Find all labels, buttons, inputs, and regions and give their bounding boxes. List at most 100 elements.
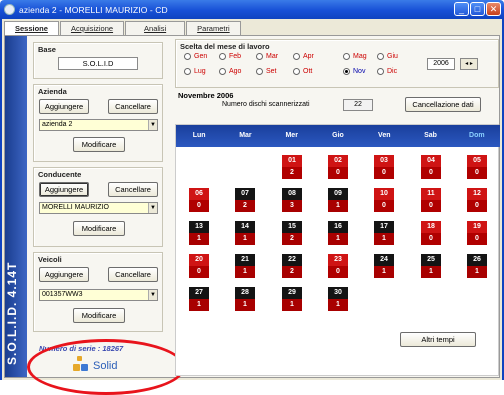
day-number: 29 — [282, 287, 302, 299]
day-cell-21[interactable]: 21 1 — [235, 254, 255, 278]
radio-dot-icon — [219, 68, 226, 75]
azienda-modify-button[interactable]: Modificare — [73, 137, 125, 152]
month-radio-lug[interactable]: Lug — [184, 68, 206, 75]
day-cell-14[interactable]: 14 1 — [235, 221, 255, 245]
day-cell-24[interactable]: 24 1 — [374, 254, 394, 278]
day-cell-27[interactable]: 27 1 — [189, 287, 209, 311]
conducente-add-button[interactable]: Aggiungere — [39, 182, 89, 197]
month-radio-feb[interactable]: Feb — [219, 53, 241, 60]
veicoli-add-button[interactable]: Aggiungere — [39, 267, 89, 282]
month-radio-ott[interactable]: Ott — [293, 68, 312, 75]
more-times-button[interactable]: Altri tempi — [400, 332, 476, 347]
day-number: 27 — [189, 287, 209, 299]
day-cell-18[interactable]: 18 0 — [421, 221, 441, 245]
session-panel: S.O.L.I.D. 4.14T Base S.O.L.I.D Azienda … — [4, 35, 500, 395]
day-cell-08[interactable]: 08 3 — [282, 188, 302, 212]
day-number: 17 — [374, 221, 394, 233]
day-number: 06 — [189, 188, 209, 200]
tab-sessione[interactable]: Sessione — [4, 21, 59, 36]
day-cell-03[interactable]: 03 0 — [374, 155, 394, 179]
tab-bar: Sessione Acquisizione Analisi Parametri — [4, 21, 242, 36]
day-cell-04[interactable]: 04 0 — [421, 155, 441, 179]
group-month-selector: Scelta del mese di lavoro Gen Feb Mar Apr Ma… — [175, 39, 499, 88]
conducente-select-value: MORELLI MAURIZIO — [42, 204, 109, 211]
conducente-title: Conducente — [38, 170, 82, 179]
title-bar: azienda 2 - MORELLI MAURIZIO - CD _ □ ✕ — [0, 0, 504, 19]
day-cell-30[interactable]: 30 1 — [328, 287, 348, 311]
day-cell-16[interactable]: 16 1 — [328, 221, 348, 245]
day-number: 19 — [467, 221, 487, 233]
day-cell-10[interactable]: 10 0 — [374, 188, 394, 212]
day-cell-29[interactable]: 29 1 — [282, 287, 302, 311]
veicoli-select[interactable]: 001357WW3 ▼ — [39, 289, 158, 301]
day-cell-12[interactable]: 12 0 — [467, 188, 487, 212]
year-field[interactable]: 2006 — [427, 58, 455, 70]
azienda-delete-button[interactable]: Cancellare — [108, 99, 158, 114]
month-radio-ago[interactable]: Ago — [219, 68, 241, 75]
day-cell-02[interactable]: 02 0 — [328, 155, 348, 179]
day-number: 08 — [282, 188, 302, 200]
window-title: azienda 2 - MORELLI MAURIZIO - CD — [19, 4, 168, 15]
day-cell-05[interactable]: 05 0 — [467, 155, 487, 179]
day-cell-17[interactable]: 17 1 — [374, 221, 394, 245]
chevron-down-icon[interactable]: ▼ — [148, 120, 157, 130]
year-spinner[interactable]: ◂ ▸ — [460, 58, 478, 70]
day-disc-count: 0 — [189, 266, 209, 278]
month-radio-giu[interactable]: Giu — [377, 53, 398, 60]
tab-acquisizione[interactable]: Acquisizione — [59, 21, 125, 35]
day-disc-count: 1 — [328, 299, 348, 311]
conducente-modify-button[interactable]: Modificare — [73, 221, 125, 236]
month-radio-mag[interactable]: Mag — [343, 53, 367, 60]
day-number: 07 — [235, 188, 255, 200]
delete-data-button[interactable]: Cancellazione dati — [405, 97, 481, 112]
maximize-button[interactable]: □ — [470, 2, 485, 16]
month-radio-set[interactable]: Set — [256, 68, 277, 75]
close-button[interactable]: ✕ — [486, 2, 501, 16]
tab-parametri[interactable]: Parametri — [186, 21, 241, 35]
main-window: Sessione Acquisizione Analisi Parametri … — [0, 19, 504, 395]
veicoli-modify-button[interactable]: Modificare — [73, 308, 125, 323]
day-cell-15[interactable]: 15 2 — [282, 221, 302, 245]
day-cell-07[interactable]: 07 2 — [235, 188, 255, 212]
day-cell-23[interactable]: 23 0 — [328, 254, 348, 278]
day-cell-19[interactable]: 19 0 — [467, 221, 487, 245]
minimize-button[interactable]: _ — [454, 2, 469, 16]
day-cell-09[interactable]: 09 1 — [328, 188, 348, 212]
group-conducente: Conducente Aggiungere Cancellare MORELLI… — [33, 167, 163, 247]
day-number: 24 — [374, 254, 394, 266]
radio-dot-icon — [256, 68, 263, 75]
veicoli-delete-button[interactable]: Cancellare — [108, 267, 158, 282]
chevron-down-icon[interactable]: ▼ — [148, 290, 157, 300]
day-cell-20[interactable]: 20 0 — [189, 254, 209, 278]
day-disc-count: 3 — [282, 200, 302, 212]
tab-analisi[interactable]: Analisi — [125, 21, 186, 35]
day-cell-25[interactable]: 25 1 — [421, 254, 441, 278]
weekday-gio: Gio — [332, 132, 344, 139]
day-cell-11[interactable]: 11 0 — [421, 188, 441, 212]
conducente-delete-button[interactable]: Cancellare — [108, 182, 158, 197]
day-cell-28[interactable]: 28 1 — [235, 287, 255, 311]
radio-dot-icon — [293, 68, 300, 75]
veicoli-title: Veicoli — [38, 255, 62, 264]
month-radio-apr[interactable]: Apr — [293, 53, 314, 60]
brand-label: S.O.L.I.D. 4.14T — [5, 261, 19, 365]
month-radio-dic[interactable]: Dic — [377, 68, 397, 75]
day-number: 04 — [421, 155, 441, 167]
azienda-add-button[interactable]: Aggiungere — [39, 99, 89, 114]
day-cell-22[interactable]: 22 2 — [282, 254, 302, 278]
day-cell-13[interactable]: 13 1 — [189, 221, 209, 245]
calendar: Lun Mar Mer Gio Ven Sab Dom 01 2 02 0 03 0 04 0 05 0 06 0… — [175, 124, 500, 376]
month-radio-gen[interactable]: Gen — [184, 53, 207, 60]
day-cell-06[interactable]: 06 0 — [189, 188, 209, 212]
month-radio-nov[interactable]: Nov — [343, 68, 365, 75]
weekday-dom: Dom — [469, 132, 485, 139]
day-number: 01 — [282, 155, 302, 167]
day-cell-26[interactable]: 26 1 — [467, 254, 487, 278]
day-disc-count: 1 — [282, 299, 302, 311]
day-number: 22 — [282, 254, 302, 266]
day-cell-01[interactable]: 01 2 — [282, 155, 302, 179]
conducente-select[interactable]: MORELLI MAURIZIO ▼ — [39, 202, 158, 214]
azienda-select[interactable]: azienda 2 ▼ — [39, 119, 158, 131]
chevron-down-icon[interactable]: ▼ — [148, 203, 157, 213]
month-radio-mar[interactable]: Mar — [256, 53, 278, 60]
